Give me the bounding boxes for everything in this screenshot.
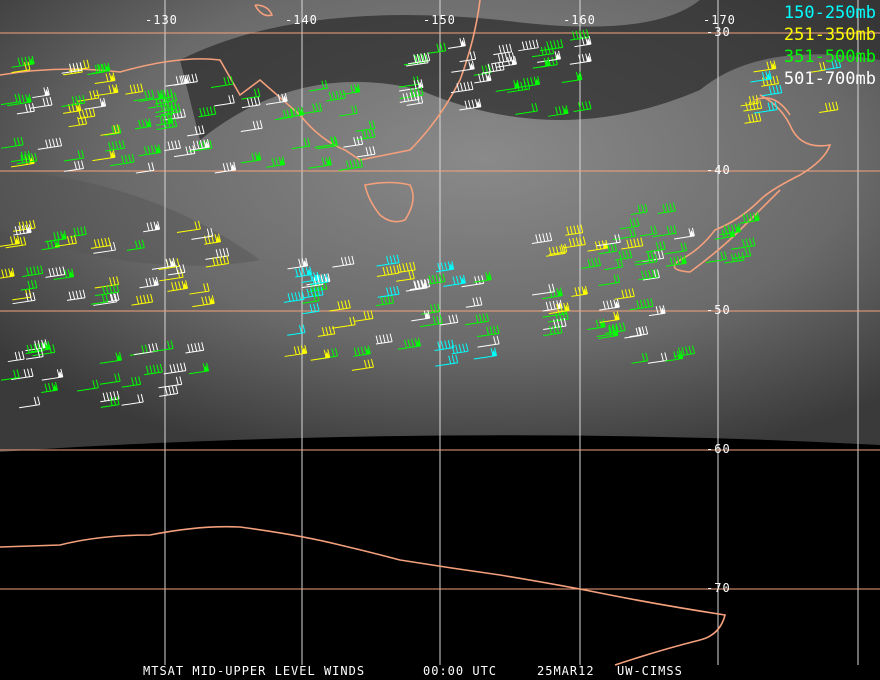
date-label: 25MAR12	[537, 664, 595, 678]
legend-150-250: 150-250mb	[783, 3, 876, 23]
time-label: 00:00 UTC	[423, 664, 498, 678]
legend-501-700: 501-700mb	[783, 69, 876, 89]
map-canvas	[0, 0, 880, 666]
latitude-label: -30	[706, 25, 731, 39]
credit-label: UW-CIMSS	[617, 664, 683, 678]
footer-caption: MTSAT MID-UPPER LEVEL WINDS 00:00 UTC 25…	[0, 662, 880, 680]
longitude-label: -140	[285, 13, 318, 27]
latitude-label: -40	[706, 163, 731, 177]
longitude-label: -160	[563, 13, 596, 27]
legend-351-500: 351-500mb	[783, 47, 876, 67]
latitude-label: -50	[706, 303, 731, 317]
latitude-label: -70	[706, 581, 731, 595]
latitude-label: -60	[706, 442, 731, 456]
legend-251-350: 251-350mb	[783, 25, 876, 45]
product-title: MTSAT MID-UPPER LEVEL WINDS	[143, 664, 366, 678]
pressure-legend: 150-250mb 251-350mb 351-500mb 501-700mb	[784, 2, 876, 90]
longitude-label: -130	[145, 13, 178, 27]
satellite-wind-map: -130 -140 -150 -160 -170 -30 -40 -50 -60 -70 150-…	[0, 0, 880, 680]
antarctica-coast	[0, 525, 726, 666]
longitude-label: -150	[423, 13, 456, 27]
